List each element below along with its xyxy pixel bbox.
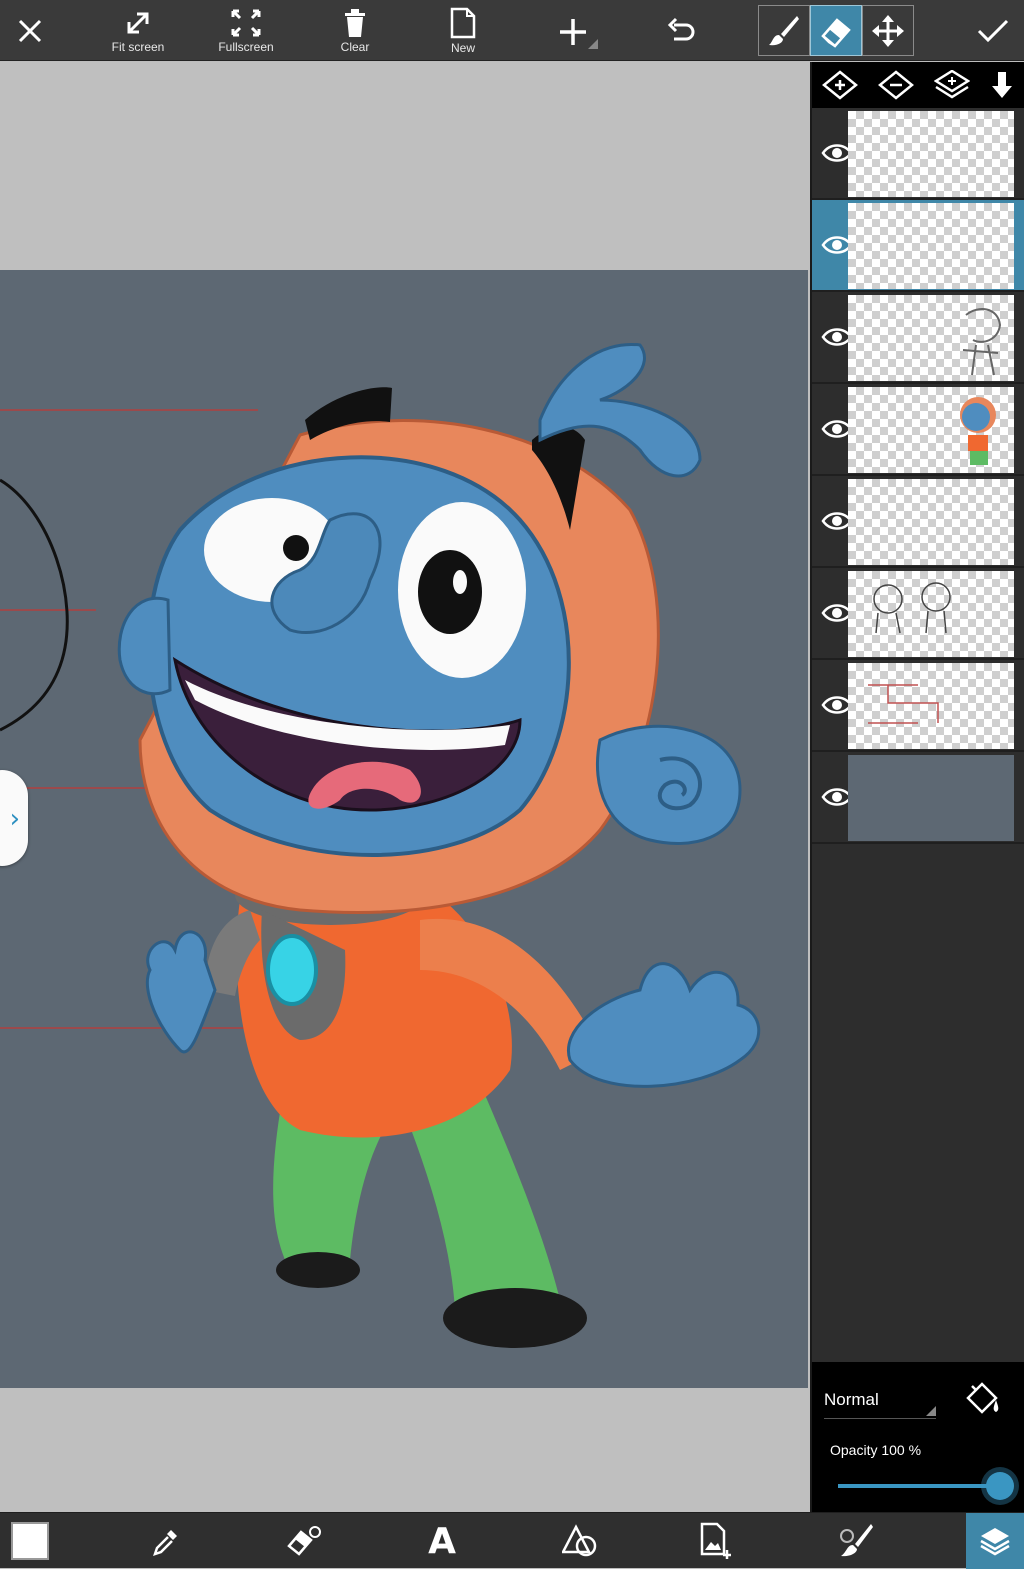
undo-icon <box>667 17 695 40</box>
new-label: New <box>450 40 475 55</box>
layers-icon <box>980 1528 1010 1556</box>
eraser-icon <box>821 17 851 48</box>
character-illustration <box>0 342 761 1348</box>
clear-label: Clear <box>340 39 370 54</box>
add-layer-icon[interactable] <box>822 70 858 100</box>
layer-item[interactable] <box>812 384 1024 476</box>
add-image-icon <box>700 1522 731 1559</box>
paint-bucket-icon[interactable] <box>962 1380 1002 1420</box>
move-icon <box>872 14 904 47</box>
layer-item-selected[interactable] <box>812 200 1024 292</box>
fullscreen-label: Fullscreen <box>218 39 274 54</box>
top-toolbar: Fit screen Fullscreen Clear New <box>0 0 1024 61</box>
check-icon <box>977 19 1009 42</box>
layer-thumbnail <box>848 387 1014 473</box>
layer-item[interactable] <box>812 752 1024 844</box>
move-tool-button[interactable] <box>862 5 914 56</box>
plus-icon <box>560 18 598 49</box>
close-icon <box>18 19 42 42</box>
layer-item[interactable] <box>812 568 1024 660</box>
opacity-slider-knob[interactable] <box>986 1472 1014 1500</box>
add-button[interactable] <box>546 0 600 61</box>
fit-screen-icon <box>127 12 149 33</box>
layer-thumbnail <box>848 571 1014 657</box>
brush-tool-button[interactable] <box>758 5 810 56</box>
eyedropper-button[interactable] <box>136 1513 196 1569</box>
color-picker-button[interactable] <box>0 1513 60 1569</box>
close-button[interactable] <box>8 0 52 61</box>
layers-button[interactable] <box>966 1513 1024 1569</box>
current-color-swatch <box>11 1522 49 1560</box>
bottom-toolbar: A <box>0 1512 1024 1569</box>
layer-thumbnail <box>848 295 1014 381</box>
trash-icon <box>345 8 365 37</box>
move-layer-down-icon[interactable] <box>990 70 1014 100</box>
opacity-label: Opacity 100 % <box>830 1442 922 1458</box>
clear-button[interactable]: Clear <box>330 0 380 61</box>
eyedropper-icon <box>153 1530 177 1556</box>
drawing-canvas[interactable] <box>0 270 808 1388</box>
layer-thumbnail <box>848 663 1014 749</box>
confirm-button[interactable] <box>966 0 1020 61</box>
layer-tools-bar <box>812 62 1024 108</box>
eraser-settings-button[interactable] <box>274 1513 334 1569</box>
shape-tool-button[interactable] <box>550 1513 610 1569</box>
fit-screen-button[interactable]: Fit screen <box>104 0 172 61</box>
layer-item[interactable] <box>812 660 1024 752</box>
side-panel-toggle[interactable]: › <box>0 770 28 866</box>
eraser-settings-icon <box>287 1526 321 1556</box>
layer-thumbnail <box>848 111 1014 197</box>
eraser-tool-button[interactable] <box>810 5 862 56</box>
brush-icon <box>769 15 799 45</box>
remove-layer-icon[interactable] <box>878 70 914 100</box>
layers-panel: Normal Opacity 100 % <box>810 62 1024 1512</box>
text-tool-button[interactable]: A <box>412 1513 472 1569</box>
blend-mode-select[interactable]: Normal <box>824 1390 936 1419</box>
layer-item[interactable] <box>812 292 1024 384</box>
layer-properties: Normal Opacity 100 % <box>812 1362 1024 1512</box>
layer-item[interactable] <box>812 476 1024 568</box>
layer-thumbnail <box>848 479 1014 565</box>
layer-item[interactable] <box>812 108 1024 200</box>
shape-icon <box>562 1524 597 1557</box>
add-image-button[interactable] <box>686 1513 746 1569</box>
layer-thumbnail <box>848 203 1014 289</box>
chevron-right-icon: › <box>9 804 20 834</box>
brush-settings-button[interactable] <box>826 1513 886 1569</box>
canvas-viewport[interactable]: › <box>0 62 810 1512</box>
layer-thumbnail-background <box>848 755 1014 841</box>
text-tool-icon: A <box>428 1520 456 1562</box>
fit-screen-label: Fit screen <box>111 39 165 54</box>
new-button[interactable]: New <box>438 0 488 61</box>
brush-settings-icon <box>840 1524 873 1557</box>
document-icon <box>450 7 476 38</box>
merge-layer-icon[interactable] <box>934 70 970 100</box>
undo-button[interactable] <box>656 0 706 61</box>
fullscreen-icon <box>231 9 261 36</box>
opacity-slider-track[interactable] <box>838 1484 1000 1488</box>
fullscreen-button[interactable]: Fullscreen <box>212 0 280 61</box>
